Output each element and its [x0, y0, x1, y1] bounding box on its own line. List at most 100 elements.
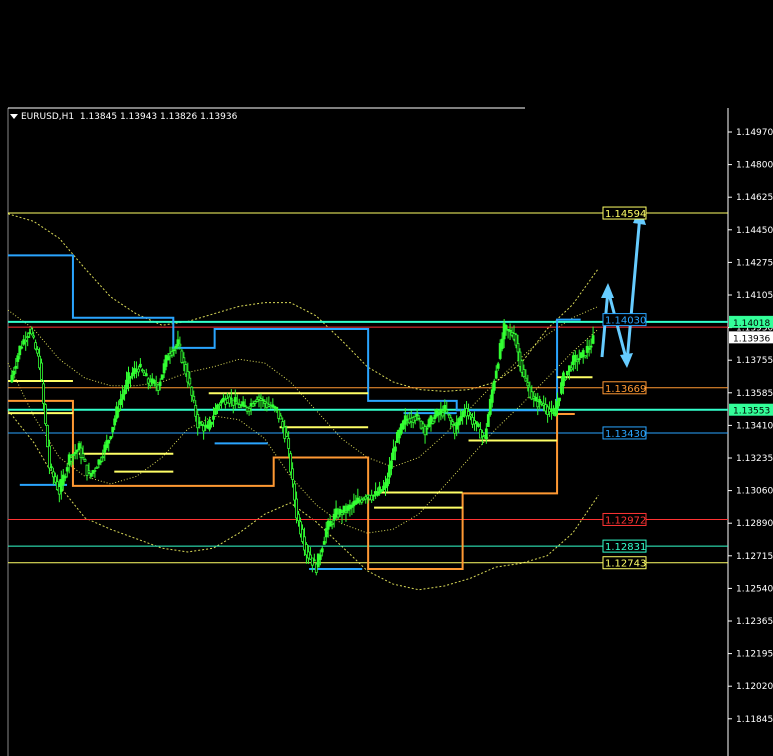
- candle-body: [320, 548, 324, 553]
- candle-body: [172, 349, 176, 352]
- candle-body: [26, 336, 30, 338]
- candle-body: [312, 559, 316, 562]
- candle-body: [393, 446, 397, 452]
- candle-body: [526, 382, 530, 387]
- candle-body: [291, 468, 294, 480]
- candle-body: [87, 470, 91, 474]
- y-tick-label: 1.14275: [736, 258, 773, 268]
- y-tick-label: 1.13410: [736, 421, 773, 431]
- candle-body: [48, 445, 51, 469]
- candle-body: [380, 489, 383, 492]
- candle-body: [212, 415, 215, 420]
- price-label-text: 1.12972: [605, 515, 646, 526]
- y-tick-label: 1.11845: [736, 715, 773, 725]
- candle-body: [475, 421, 478, 424]
- candle-body: [93, 469, 97, 472]
- candle-body: [253, 401, 257, 404]
- candle-body: [42, 383, 45, 404]
- candle-body: [447, 413, 451, 416]
- candle-body: [577, 358, 581, 360]
- candle-body: [36, 349, 39, 354]
- price-label-text: 1.13669: [605, 384, 646, 395]
- chart-title-bar[interactable]: EURUSD,H1 1.13845 1.13943 1.13826 1.1393…: [10, 110, 237, 124]
- candle-body: [65, 467, 69, 472]
- candle-body: [575, 359, 579, 363]
- candle-body: [564, 377, 567, 381]
- symbol-label: EURUSD,H1: [21, 112, 75, 122]
- candle-body: [190, 386, 194, 396]
- price-label-text: 1.12743: [605, 559, 646, 570]
- candle-body: [198, 421, 202, 424]
- price-label-text: 1.14594: [605, 209, 646, 220]
- candle-body: [10, 374, 14, 383]
- candle-body: [182, 357, 186, 363]
- channel-outer-upper: [7, 213, 599, 392]
- candle-body: [32, 335, 36, 338]
- candle-body: [83, 458, 87, 462]
- candle-body: [210, 421, 213, 425]
- y-tick-label: 1.12540: [736, 584, 773, 594]
- candle-body: [310, 557, 314, 566]
- y-tick-label: 1.14450: [736, 226, 773, 236]
- axis-marker-text: 1.13553: [733, 407, 770, 417]
- candle-body: [75, 449, 79, 453]
- candle-body: [413, 416, 417, 421]
- y-tick-label: 1.12195: [736, 650, 773, 660]
- candle-body: [119, 398, 123, 406]
- candle-body: [136, 368, 140, 373]
- candle-body: [330, 522, 334, 525]
- candle-body: [281, 421, 285, 428]
- candle-body: [95, 466, 99, 469]
- candle-body: [178, 343, 182, 347]
- candle-body: [449, 417, 453, 422]
- axis-marker-text: 1.14018: [733, 319, 770, 329]
- candle-body: [251, 403, 255, 407]
- forecast-arrow-head-1: [601, 283, 614, 298]
- candle-body: [40, 362, 43, 380]
- candle-body: [492, 380, 496, 391]
- candle-body: [415, 413, 419, 417]
- candle-body: [51, 471, 55, 478]
- y-tick-label: 1.14105: [736, 291, 773, 301]
- candle-body: [431, 420, 435, 424]
- candle-body: [550, 408, 553, 412]
- candle-body: [192, 395, 196, 401]
- candle-body: [516, 342, 520, 353]
- dropdown-triangle-icon[interactable]: [10, 114, 18, 119]
- price-label-text: 1.12831: [605, 542, 646, 553]
- candle-body: [34, 342, 37, 350]
- price-label-text: 1.13430: [605, 429, 646, 440]
- candle-body: [229, 397, 233, 400]
- candle-body: [425, 427, 429, 430]
- candle-body: [261, 399, 265, 402]
- y-tick-label: 1.13755: [736, 356, 773, 366]
- candle-body: [71, 453, 75, 457]
- candle-body: [297, 513, 300, 522]
- y-tick-label: 1.12020: [736, 682, 773, 692]
- candle-body: [129, 376, 132, 379]
- candle-body: [565, 370, 569, 376]
- candle-body: [170, 351, 174, 356]
- candle-body: [569, 367, 573, 371]
- candle-body: [285, 432, 289, 437]
- candle-body: [324, 528, 328, 538]
- candle-body: [451, 421, 455, 425]
- candle-body: [243, 405, 247, 408]
- candle-body: [417, 417, 421, 420]
- candle-body: [534, 396, 538, 402]
- candle-body: [556, 400, 559, 409]
- candle-body: [591, 335, 595, 344]
- candle-body: [63, 476, 67, 479]
- candle-body: [138, 363, 142, 368]
- candle-body: [322, 541, 326, 545]
- candle-body: [441, 412, 445, 417]
- candle-body: [538, 399, 542, 403]
- candle-body: [344, 510, 348, 513]
- candle-body: [293, 483, 296, 501]
- candle-body: [558, 397, 561, 402]
- candle-body: [524, 377, 528, 382]
- y-tick-label: 1.12365: [736, 617, 773, 627]
- candle-body: [589, 345, 593, 348]
- chart: 1.14594 1.14030 1.13669 1.13430 1.12972 1.128…: [0, 0, 773, 756]
- candle-body: [107, 439, 111, 444]
